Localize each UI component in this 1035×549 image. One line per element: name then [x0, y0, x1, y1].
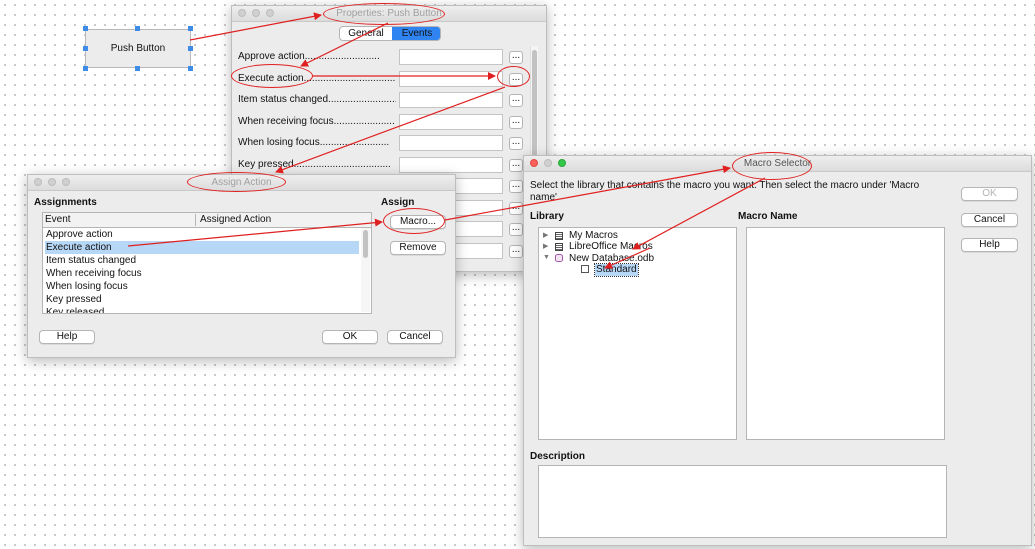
event-ellipsis-button[interactable]: ... — [509, 94, 523, 107]
annotation-ring-properties-title — [323, 3, 445, 25]
scrollbar-thumb[interactable] — [363, 230, 368, 258]
collapse-arrow-icon[interactable]: ▼ — [543, 254, 550, 261]
event-ellipsis-button[interactable]: ... — [509, 51, 523, 64]
event-macro-field[interactable] — [399, 156, 503, 173]
events-list[interactable]: Event Assigned Action Approve action Exec… — [42, 212, 372, 314]
event-row-label: When losing focus.......................… — [238, 137, 390, 148]
resize-handle-nw[interactable] — [83, 26, 88, 31]
tab-events[interactable]: Events — [392, 27, 440, 40]
expand-arrow-icon[interactable]: ▶ — [543, 242, 548, 250]
library-heading: Library — [530, 211, 564, 222]
module-icon — [581, 265, 589, 274]
event-macro-field[interactable] — [399, 92, 503, 108]
event-row-label: When receiving focus....................… — [238, 115, 395, 127]
annotation-ring-macro-button — [383, 208, 445, 234]
resize-handle-se[interactable] — [188, 66, 193, 71]
event-row-label: Approve action..........................… — [238, 51, 380, 62]
event-ellipsis-button[interactable]: ... — [509, 201, 523, 215]
event-ellipsis-button[interactable]: ... — [509, 158, 523, 172]
event-macro-field[interactable] — [399, 70, 503, 87]
event-row-label: Key pressed.............................… — [238, 158, 391, 170]
properties-tabbar: General Events — [339, 26, 441, 41]
cancel-button[interactable]: Cancel — [387, 330, 443, 344]
remove-button[interactable]: Remove — [390, 241, 446, 255]
resize-handle-w[interactable] — [83, 46, 88, 51]
macro-selector-dialog: Macro Selector Select the library that c… — [523, 155, 1032, 546]
event-ellipsis-button[interactable]: ... — [509, 137, 523, 150]
event-ellipsis-button[interactable]: ... — [509, 180, 523, 193]
assignments-heading: Assignments — [34, 197, 97, 208]
event-row-label: Item status changed.....................… — [238, 94, 396, 105]
annotation-ring-macro-selector-title — [732, 152, 812, 180]
library-tree-item[interactable]: Standard — [594, 262, 639, 277]
event-macro-field[interactable] — [399, 49, 503, 65]
push-button-control[interactable]: Push Button — [85, 29, 191, 68]
event-list-item[interactable]: Approve action — [45, 228, 359, 241]
tab-general[interactable]: General — [340, 27, 392, 40]
event-ellipsis-button[interactable]: ... — [509, 244, 523, 258]
events-scrollbar[interactable] — [361, 228, 370, 312]
event-list-item[interactable]: Item status changed — [45, 254, 359, 267]
events-list-header: Event Assigned Action — [43, 213, 371, 228]
ok-button[interactable]: OK — [961, 187, 1018, 201]
event-list-item[interactable]: Key pressed — [45, 293, 359, 306]
description-box — [538, 465, 947, 538]
event-macro-field[interactable] — [399, 135, 503, 151]
library-icon — [555, 231, 563, 240]
column-header-assigned-action[interactable]: Assigned Action — [200, 214, 271, 226]
description-heading: Description — [530, 451, 586, 462]
resize-handle-ne[interactable] — [188, 26, 193, 31]
expand-arrow-icon[interactable]: ▶ — [543, 231, 548, 239]
resize-handle-e[interactable] — [188, 46, 193, 51]
cancel-button[interactable]: Cancel — [961, 213, 1018, 227]
resize-handle-s[interactable] — [135, 66, 140, 71]
library-tree-item[interactable]: My Macros — [569, 230, 618, 242]
event-ellipsis-button[interactable]: ... — [509, 115, 523, 129]
event-list-item[interactable]: Key released — [45, 306, 359, 313]
library-tree[interactable]: ▶ My Macros ▶ LibreOffice Macros ▼ New Databa… — [538, 227, 737, 440]
resize-handle-n[interactable] — [135, 26, 140, 31]
push-button-label: Push Button — [110, 43, 166, 54]
library-tree-item[interactable]: New Database.odb — [569, 253, 654, 265]
assign-heading: Assign — [381, 197, 415, 208]
event-list-item[interactable]: When losing focus — [45, 280, 359, 293]
help-button[interactable]: Help — [39, 330, 95, 344]
instruction-text: Select the library that contains the mac… — [530, 180, 920, 203]
annotation-ring-execute-action — [231, 64, 313, 88]
library-tree-item[interactable]: LibreOffice Macros — [569, 241, 653, 253]
help-button[interactable]: Help — [961, 238, 1018, 252]
annotation-ring-assign-action-title — [187, 172, 286, 192]
column-header-event[interactable]: Event — [45, 214, 196, 226]
event-list-item[interactable]: Execute action — [45, 241, 359, 254]
annotation-ring-ellipsis-button — [497, 66, 530, 87]
resize-handle-sw[interactable] — [83, 66, 88, 71]
event-list-item[interactable]: When receiving focus — [45, 267, 359, 280]
macro-name-heading: Macro Name — [738, 211, 798, 222]
macro-name-list[interactable] — [746, 227, 945, 440]
assign-action-dialog: Assign Action Assignments Assign Event A… — [27, 174, 456, 358]
library-icon — [555, 242, 563, 251]
ok-button[interactable]: OK — [322, 330, 378, 344]
event-macro-field[interactable] — [399, 113, 503, 130]
event-ellipsis-button[interactable]: ... — [509, 223, 523, 236]
database-icon — [555, 254, 563, 263]
